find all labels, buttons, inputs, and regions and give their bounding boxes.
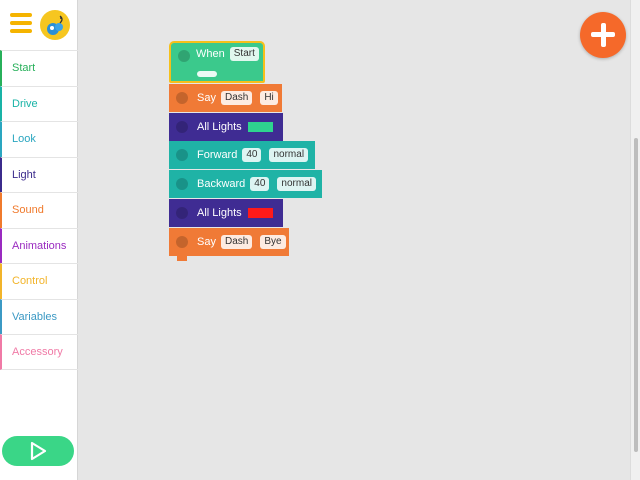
sidebar-item-label: Start [12, 62, 36, 75]
program-canvas[interactable] [79, 0, 629, 480]
sidebar-item-label: Accessory [12, 345, 63, 358]
when-trigger-chip[interactable]: Start [229, 47, 259, 61]
block-notch [177, 255, 187, 261]
light-color-swatch[interactable] [247, 207, 273, 218]
light-color-swatch[interactable] [247, 121, 273, 132]
block-arg-chip[interactable]: Dash [220, 234, 253, 249]
sidebar-item-light[interactable]: Light [0, 156, 78, 192]
sidebar-item-accessory[interactable]: Accessory [0, 334, 78, 370]
sidebar-item-look[interactable]: Look [0, 121, 78, 157]
sidebar-item-control[interactable]: Control [0, 263, 78, 299]
sidebar-item-drive[interactable]: Drive [0, 85, 78, 121]
block-label: Backward [197, 178, 246, 191]
block-arg-chip[interactable]: Hi [260, 91, 278, 105]
play-icon [30, 441, 47, 461]
block-arg-chip[interactable]: normal [277, 177, 316, 192]
block-label: Say [197, 92, 216, 104]
robot-avatar-icon[interactable] [40, 10, 70, 40]
block-dot [176, 92, 188, 104]
block-label: All Lights [197, 206, 242, 219]
when-bar [197, 71, 217, 77]
block-label: Forward [197, 149, 238, 162]
sidebar-header [0, 0, 78, 50]
code-block-all-lights[interactable]: All Lights [169, 198, 283, 227]
code-block-say[interactable]: Say Dash Hi [169, 84, 282, 112]
sidebar-item-animations[interactable]: Animations [0, 227, 78, 263]
block-label: All Lights [197, 120, 242, 133]
sidebar-item-sound[interactable]: Sound [0, 192, 78, 228]
canvas-scrollbar[interactable] [630, 0, 640, 480]
block-arg-chip[interactable]: 40 [242, 148, 262, 163]
code-block-all-lights[interactable]: All Lights [169, 112, 283, 141]
block-label: Say [197, 235, 216, 248]
block-dot [176, 206, 188, 219]
sidebar-item-label: Drive [12, 97, 38, 110]
sidebar-item-label: Variables [12, 310, 58, 323]
block-arg-chip[interactable]: Bye [260, 234, 286, 249]
sidebar-item-label: Light [12, 168, 36, 181]
block-dot [176, 149, 188, 162]
block-arg-chip[interactable]: Dash [220, 91, 253, 105]
menu-icon[interactable] [10, 13, 32, 33]
add-button[interactable] [580, 12, 626, 58]
block-dot [178, 50, 190, 62]
sidebar-item-label: Look [12, 133, 36, 146]
code-block-say[interactable]: Say Dash Bye [169, 227, 289, 261]
block-dot [176, 235, 188, 248]
block-arg-chip[interactable]: normal [269, 148, 309, 163]
sidebar: Start Drive Look Light Sound Animations Contro… [0, 0, 78, 480]
scrollbar-thumb[interactable] [634, 138, 638, 452]
sidebar-item-label: Control [12, 275, 48, 288]
code-block-backward[interactable]: Backward 40 normal [169, 170, 322, 199]
category-list: Start Drive Look Light Sound Animations Contro… [0, 50, 78, 370]
sidebar-item-label: Animations [12, 239, 67, 252]
sidebar-item-start[interactable]: Start [0, 50, 78, 86]
play-button[interactable] [2, 436, 74, 466]
code-block-forward[interactable]: Forward 40 normal [169, 141, 315, 170]
block-arg-chip[interactable]: 40 [250, 177, 270, 192]
when-label: When [196, 48, 225, 60]
when-start-block[interactable]: When Start [169, 41, 265, 83]
block-dot [176, 120, 188, 133]
sidebar-item-variables[interactable]: Variables [0, 298, 78, 334]
sidebar-item-label: Sound [12, 204, 44, 217]
block-dot [176, 178, 188, 191]
